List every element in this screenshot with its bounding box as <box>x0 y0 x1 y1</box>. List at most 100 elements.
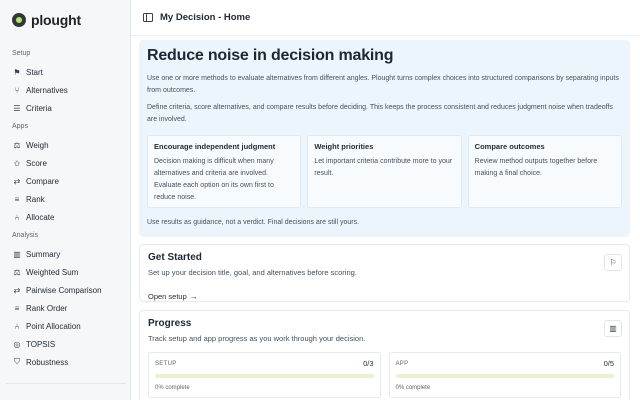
hero-footnote: Use results as guidance, not a verdict. … <box>147 219 360 226</box>
get-started-subtitle: Set up your decision title, goal, and al… <box>148 268 357 277</box>
sidebar-item-allocate[interactable]: ⑃ Allocate <box>0 208 130 226</box>
open-setup-label: Open setup <box>148 292 187 301</box>
sidebar-divider <box>6 383 126 384</box>
page-title: My Decision - Home <box>160 12 251 23</box>
progress-bar <box>395 374 614 378</box>
sidebar-item-robustness[interactable]: ⛉ Robustness <box>0 353 130 371</box>
card-text: Review method outputs together before ma… <box>474 158 598 177</box>
hero-paragraph: Use one or more methods to evaluate alte… <box>147 75 619 94</box>
sidebar-item-label: Point Allocation <box>26 321 81 331</box>
progress-row: SETUP 0/3 0% complete APP 0/5 0% complet… <box>148 352 621 398</box>
bar-chart-icon: ▥ <box>13 249 21 259</box>
card-text: Let important criteria contribute more t… <box>314 158 453 177</box>
sidebar-item-label: Summary <box>26 249 61 259</box>
sidebar-item-label: Score <box>26 158 47 168</box>
compare-arrows-icon: ⇄ <box>13 176 21 186</box>
progress-title: Progress <box>148 318 192 329</box>
sidebar-item-criteria[interactable]: ☰ Criteria <box>0 99 130 117</box>
progress-count: 0/3 <box>363 359 374 368</box>
brand-name: plought <box>31 12 81 28</box>
sidebar-item-weigh[interactable]: ⚖ Weigh <box>0 136 130 154</box>
sidebar-item-start[interactable]: ⚑ Start <box>0 63 130 81</box>
progress-percent: 0% complete <box>395 385 431 391</box>
progress-count: 0/5 <box>603 359 614 368</box>
section-label-apps: Apps <box>12 123 28 130</box>
nav-group-analysis: Analysis ▥ Summary ⚖ Weighted Sum ⇄ Pair… <box>0 232 130 371</box>
get-started-card: Get Started Set up your decision title, … <box>139 244 630 302</box>
hero-title: Reduce noise in decision making <box>147 47 394 64</box>
progress-label: APP <box>395 360 409 367</box>
nav-group-apps: Apps ⚖ Weigh ✩ Score ⇄ Compare ≡ Rank ⑃ … <box>0 123 130 226</box>
card-title: Encourage independent judgment <box>154 142 276 151</box>
sidebar-item-label: Weigh <box>26 140 49 150</box>
progress-label: SETUP <box>155 360 177 367</box>
card-title: Compare outcomes <box>474 142 545 151</box>
progress-setup: SETUP 0/3 0% complete <box>148 352 381 398</box>
flag-icon: ⚐ <box>609 258 617 267</box>
branch-icon: ⑂ <box>14 85 20 95</box>
ranking-icon: ≡ <box>14 303 20 313</box>
progress-app: APP 0/5 0% complete <box>388 352 621 398</box>
sidebar-item-rank[interactable]: ≡ Rank <box>0 190 130 208</box>
principle-card: Encourage independent judgment Decision … <box>147 135 302 208</box>
sidebar-item-label: Allocate <box>26 212 55 222</box>
sidebar-item-label: Robustness <box>26 357 69 367</box>
target-icon: ◎ <box>13 339 21 349</box>
plought-logo-icon <box>12 13 26 27</box>
scale-icon: ⚖ <box>13 267 21 277</box>
principle-card: Weight priorities Let important criteria… <box>307 135 462 208</box>
progress-subtitle: Track setup and app progress as you work… <box>148 334 366 343</box>
chart-button[interactable]: ▥ <box>604 320 622 337</box>
content-area: Reduce noise in decision making Use one … <box>131 36 640 400</box>
sidebar: plought Setup ⚑ Start ⑂ Alternatives ☰ C… <box>0 0 131 400</box>
card-title: Weight priorities <box>314 142 374 151</box>
compare-arrows-icon: ⇄ <box>13 285 21 295</box>
principle-card: Compare outcomes Review method outputs t… <box>467 135 622 208</box>
sidebar-item-rank-order[interactable]: ≡ Rank Order <box>0 299 130 317</box>
progress-percent: 0% complete <box>155 385 190 391</box>
sidebar-item-label: Pairwise Comparison <box>26 285 102 295</box>
star-icon: ✩ <box>13 158 21 168</box>
list-check-icon: ☰ <box>13 103 21 113</box>
brand[interactable]: plought <box>0 10 130 30</box>
sidebar-item-compare[interactable]: ⇄ Compare <box>0 172 130 190</box>
sidebar-item-label: Rank Order <box>26 303 68 313</box>
sidebar-item-point-allocation[interactable]: ⑃ Point Allocation <box>0 317 130 335</box>
section-label-setup: Setup <box>12 50 31 57</box>
topbar: My Decision - Home <box>131 0 640 36</box>
sidebar-item-label: Start <box>26 67 43 77</box>
sidebar-item-pairwise-comparison[interactable]: ⇄ Pairwise Comparison <box>0 281 130 299</box>
split-icon: ⑃ <box>14 321 20 331</box>
sidebar-item-alternatives[interactable]: ⑂ Alternatives <box>0 81 130 99</box>
main-content: My Decision - Home Reduce noise in decis… <box>131 0 640 400</box>
shield-icon: ⛉ <box>14 357 20 366</box>
flag-button[interactable]: ⚐ <box>604 254 622 271</box>
flag-icon: ⚑ <box>13 67 21 77</box>
sidebar-item-score[interactable]: ✩ Score <box>0 154 130 172</box>
sidebar-item-label: Alternatives <box>26 85 68 95</box>
bar-chart-icon: ▥ <box>609 324 617 333</box>
sidebar-item-label: Criteria <box>26 103 52 113</box>
sidebar-item-label: Weighted Sum <box>26 267 79 277</box>
sidebar-item-label: Rank <box>26 194 45 204</box>
progress-bar <box>155 374 374 378</box>
open-setup-link[interactable]: Open setup → <box>148 292 198 301</box>
hero-paragraph: Define criteria, score alternatives, and… <box>147 104 613 123</box>
split-icon: ⑃ <box>14 212 20 222</box>
get-started-title: Get Started <box>148 252 202 263</box>
sidebar-item-weighted-sum[interactable]: ⚖ Weighted Sum <box>0 263 130 281</box>
sidebar-item-label: TOPSIS <box>26 339 56 349</box>
arrow-right-icon: → <box>189 292 198 301</box>
card-text: Decision making is difficult when many a… <box>154 158 274 201</box>
sidebar-toggle-icon[interactable] <box>143 13 153 22</box>
scale-icon: ⚖ <box>13 140 21 150</box>
progress-card: Progress Track setup and app progress as… <box>139 310 630 400</box>
intro-panel: Reduce noise in decision making Use one … <box>139 40 630 237</box>
section-label-analysis: Analysis <box>12 232 39 239</box>
nav-group-setup: Setup ⚑ Start ⑂ Alternatives ☰ Criteria <box>0 50 130 117</box>
sidebar-item-label: Compare <box>26 176 59 186</box>
ranking-icon: ≡ <box>14 194 20 204</box>
sidebar-item-summary[interactable]: ▥ Summary <box>0 245 130 263</box>
sidebar-item-topsis[interactable]: ◎ TOPSIS <box>0 335 130 353</box>
principle-cards: Encourage independent judgment Decision … <box>147 135 622 208</box>
